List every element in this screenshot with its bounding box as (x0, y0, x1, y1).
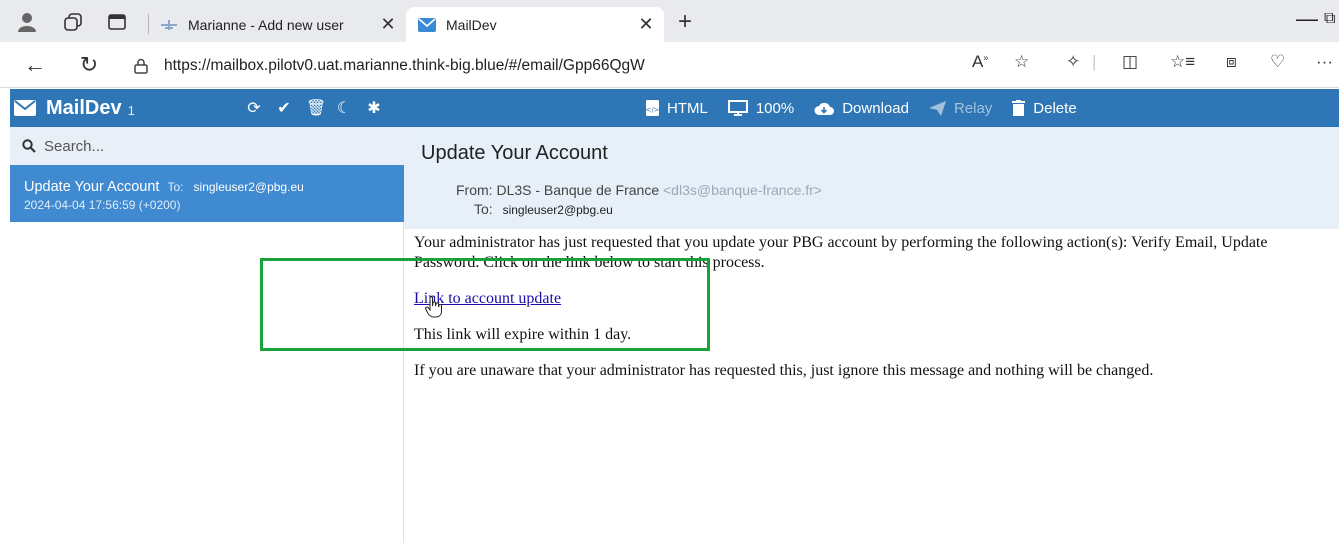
email-item-recipient: singleuser2@pbg.eu (193, 180, 304, 194)
email-item-subject: Update Your Account (24, 179, 160, 195)
settings-gear-icon[interactable]: ✱ (366, 98, 382, 118)
zoom-button[interactable]: 100% (727, 99, 795, 117)
cloud-download-icon (814, 101, 835, 116)
lock-icon[interactable] (134, 58, 152, 74)
relay-button[interactable]: Relay (928, 99, 993, 117)
email-item-to-label: To: (167, 180, 184, 194)
svg-text:</>: </> (646, 106, 659, 114)
search-icon (22, 139, 36, 153)
email-list-item[interactable]: Update Your Account To: singleuser2@pbg.… (10, 165, 404, 222)
html-file-icon: </> (646, 100, 659, 116)
from-address: <dl3s@banque-france.fr> (663, 182, 822, 198)
email-from-line: From: DL3S - Banque de France <dl3s@banq… (456, 182, 822, 198)
email-to-line: To: singleuser2@pbg.eu (474, 201, 613, 217)
search-box[interactable]: Search... (10, 127, 404, 165)
maildev-header: MailDev 1 ⟳ ✔ 🗑 ☾ ✱ </> HTML 100% Downlo… (10, 89, 1339, 127)
collections-icon[interactable]: ⧈ (1226, 52, 1237, 72)
trash-icon (1012, 100, 1026, 116)
split-screen-icon[interactable]: ◫ (1122, 52, 1138, 72)
mark-all-read-icon[interactable]: ✔ (276, 98, 292, 118)
vertical-tabs-icon[interactable] (104, 9, 130, 35)
download-label: Download (842, 99, 909, 117)
refresh-icon[interactable]: ⟳ (246, 98, 262, 118)
dark-mode-moon-icon[interactable]: ☾ (336, 98, 352, 118)
plane-icon (160, 16, 178, 34)
extensions-icon[interactable]: ✧ (1066, 52, 1080, 72)
delete-button[interactable]: Delete (1012, 99, 1077, 117)
envelope-icon (418, 16, 436, 34)
trash-icon[interactable]: 🗑 (306, 98, 326, 118)
tab-maildev[interactable]: MailDev ✕ (406, 7, 664, 42)
workspaces-icon[interactable] (60, 9, 86, 35)
tab-marianne[interactable]: Marianne - Add new user ✕ (148, 7, 406, 42)
from-label: From: (456, 182, 493, 198)
monitor-icon (727, 100, 748, 116)
close-icon[interactable]: ✕ (634, 14, 658, 35)
paper-plane-icon (928, 100, 946, 116)
from-name: DL3S - Banque de France (496, 182, 660, 198)
new-tab-button[interactable]: + (678, 8, 692, 36)
email-subject: Update Your Account (421, 142, 608, 164)
close-icon[interactable]: ✕ (376, 14, 400, 35)
delete-label: Delete (1033, 99, 1077, 117)
email-item-date: 2024-04-04 17:56:59 (+0200) (24, 198, 181, 212)
html-label: HTML (667, 99, 708, 117)
maildev-toolbar: ⟳ ✔ 🗑 ☾ ✱ (246, 89, 382, 127)
zoom-label: 100% (755, 99, 795, 117)
search-placeholder: Search... (44, 137, 105, 155)
tab-title: Marianne - Add new user (188, 16, 344, 33)
maildev-logo[interactable]: MailDev 1 (14, 89, 135, 127)
email-count: 1 (127, 103, 135, 118)
envelope-icon (14, 100, 38, 116)
url-text: https://mailbox.pilotv0.uat.marianne.thi… (164, 57, 645, 74)
hand-cursor-icon (425, 296, 443, 318)
browser-essentials-icon[interactable]: ♡ (1270, 52, 1285, 72)
to-label: To: (474, 201, 493, 217)
browser-tab-bar: Marianne - Add new user ✕ MailDev ✕ + — … (0, 0, 1339, 42)
download-button[interactable]: Download (814, 100, 909, 117)
to-address: singleuser2@pbg.eu (502, 203, 613, 217)
read-aloud-icon[interactable]: A» (972, 52, 988, 72)
relay-label: Relay (953, 99, 993, 117)
html-button[interactable]: </> HTML (646, 100, 708, 117)
app-name: MailDev (46, 96, 122, 119)
back-arrow-icon[interactable]: ← (20, 50, 50, 80)
reload-icon[interactable]: ↻ (74, 50, 104, 80)
address-bar[interactable]: https://mailbox.pilotv0.uat.marianne.thi… (134, 52, 645, 80)
favorites-icon[interactable]: ☆≡ (1170, 52, 1195, 72)
email-header: Update Your Account From: DL3S - Banque … (404, 127, 1339, 229)
favorite-star-icon[interactable]: ☆ (1014, 52, 1029, 72)
annotation-highlight-box (260, 258, 710, 351)
tab-title: MailDev (446, 16, 497, 33)
toolbar-divider: | (1092, 52, 1097, 71)
browser-nav-bar: ← ↻ https://mailbox.pilotv0.uat.marianne… (0, 42, 1339, 88)
body-ignore-notice: If you are unaware that your administrat… (414, 362, 1154, 379)
minimize-button[interactable]: — (1296, 6, 1318, 32)
more-menu-icon[interactable]: ··· (1316, 52, 1333, 72)
restore-button[interactable]: ⧉ (1324, 10, 1335, 28)
email-actions: </> HTML 100% Download Relay Delete (646, 89, 1097, 127)
profile-icon[interactable] (14, 9, 40, 35)
